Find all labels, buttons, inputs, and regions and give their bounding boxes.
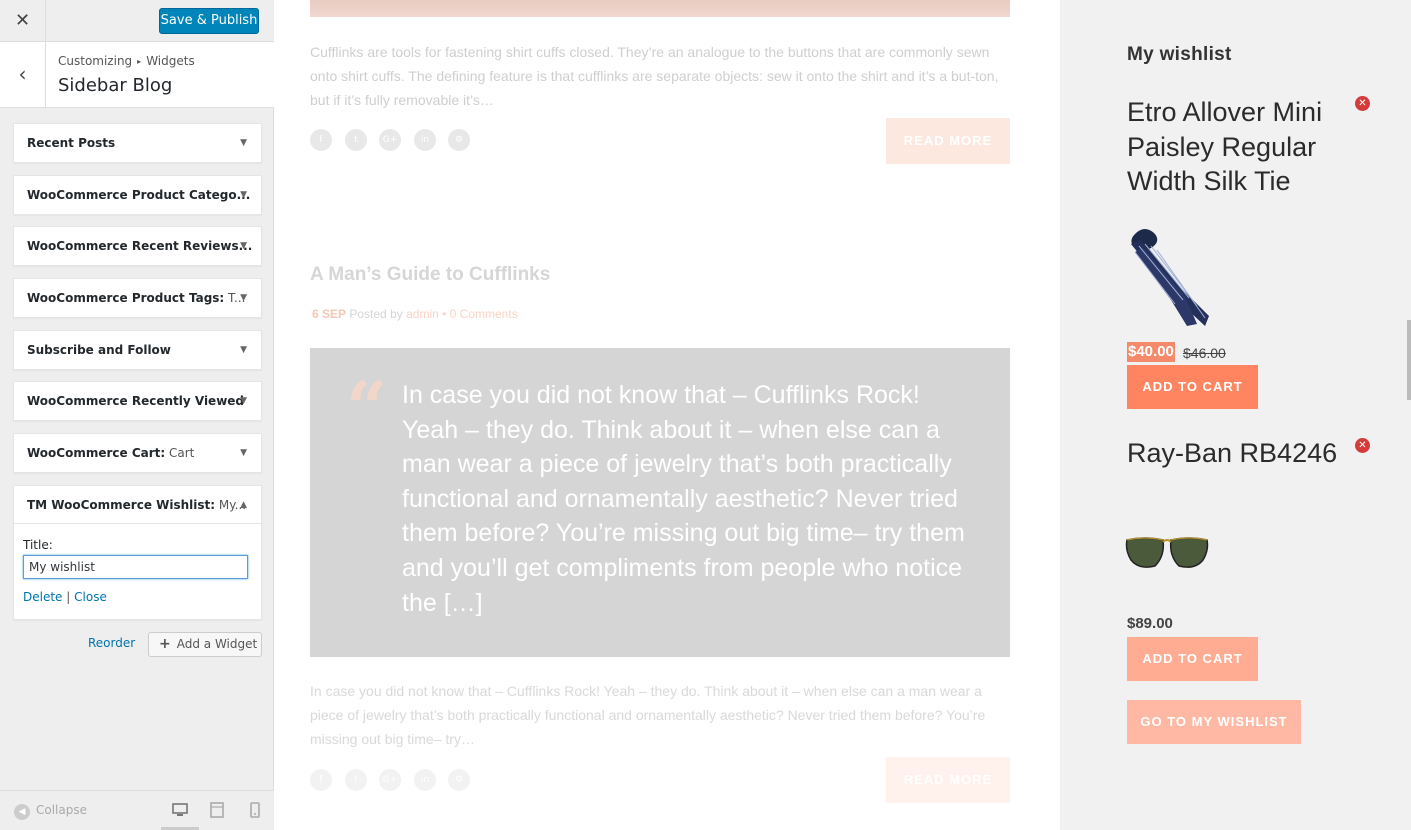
caret-down-icon[interactable]: ▼ xyxy=(240,434,247,472)
sale-price: $40.00 xyxy=(1127,342,1175,362)
posted-by-label: Posted by xyxy=(349,307,403,321)
regular-price: $46.00 xyxy=(1183,345,1226,361)
product-name[interactable]: Etro Allover Mini Paisley Regular Width … xyxy=(1127,95,1347,199)
plus-icon: + xyxy=(159,636,171,652)
customizer-panel: ✕ Save & Publish ‹ Customizing ▸ Widgets S… xyxy=(0,0,274,830)
caret-up-icon[interactable]: ▲ xyxy=(240,486,247,524)
widget-title: Subscribe and Follow xyxy=(27,343,171,357)
close-icon[interactable]: ✕ xyxy=(0,0,46,41)
remove-icon[interactable]: ✕ xyxy=(1355,96,1370,111)
widget-title: WooCommerce Cart: Cart xyxy=(27,446,195,460)
tablet-icon[interactable] xyxy=(208,801,226,819)
reorder-link[interactable]: Reorder xyxy=(88,636,135,650)
collapse-button[interactable]: ◀ Collapse xyxy=(14,803,87,820)
widget-recent-posts[interactable]: Recent Posts ▼ xyxy=(13,123,262,163)
go-to-wishlist-button[interactable]: GO TO MY WISHLIST xyxy=(1127,700,1301,744)
add-widget-label: Add a Widget xyxy=(176,637,258,651)
remove-icon[interactable]: ✕ xyxy=(1355,438,1370,453)
widget-wishlist: TM WooCommerce Wishlist: My... ▲ Title: … xyxy=(13,485,262,620)
breadcrumb: Customizing ▸ Widgets xyxy=(58,54,195,68)
post-image xyxy=(310,0,1010,17)
mobile-icon[interactable] xyxy=(246,801,264,819)
post-excerpt: In case you did not know that – Cufflink… xyxy=(310,683,986,747)
product-price: $89.00 xyxy=(1127,615,1173,632)
breadcrumb-separator-icon: ▸ xyxy=(137,57,142,66)
product-name[interactable]: Ray-Ban RB4246 xyxy=(1127,436,1347,471)
add-widget-button[interactable]: + Add a Widget xyxy=(148,632,262,657)
sunglasses-image[interactable] xyxy=(1125,532,1210,572)
google-plus-icon[interactable]: G+ xyxy=(379,769,401,791)
customizer-footer: ◀ Collapse xyxy=(0,790,274,830)
collapse-icon: ◀ xyxy=(14,804,30,820)
post-excerpt: Cufflinks are tools for fastening shirt … xyxy=(310,44,999,108)
scrollbar[interactable] xyxy=(1407,320,1411,400)
widget-cart[interactable]: WooCommerce Cart: Cart ▼ xyxy=(13,433,262,473)
widget-actions: Delete | Close xyxy=(23,590,107,604)
facebook-icon[interactable]: f xyxy=(310,129,332,151)
widget-title: WooCommerce Recent Reviews... xyxy=(27,239,253,253)
caret-down-icon[interactable]: ▼ xyxy=(240,331,247,369)
quote-icon: “ xyxy=(346,365,388,450)
chevron-left-icon[interactable]: ‹ xyxy=(0,42,46,107)
linkedin-icon[interactable]: in xyxy=(414,129,436,151)
post-meta: 6 SEP Posted by admin • 0 Comments xyxy=(312,307,518,321)
author-link[interactable]: admin xyxy=(406,307,439,321)
wishlist-sidebar: My wishlist Etro Allover Mini Paisley Re… xyxy=(1060,0,1411,830)
wishlist-title: My wishlist xyxy=(1127,44,1232,65)
share-icon[interactable]: ⚙ xyxy=(448,769,470,791)
link-separator: | xyxy=(66,590,71,604)
post-title[interactable]: A Man’s Guide to Cufflinks xyxy=(310,264,550,286)
widget-product-tags[interactable]: WooCommerce Product Tags: T... ▼ xyxy=(13,278,262,318)
read-more-button[interactable]: READ MORE xyxy=(886,757,1010,803)
tie-image[interactable] xyxy=(1125,226,1210,328)
widget-title: TM WooCommerce Wishlist: My... xyxy=(27,498,247,512)
breadcrumb-item: Widgets xyxy=(146,54,195,68)
caret-down-icon[interactable]: ▼ xyxy=(240,227,247,265)
add-to-cart-button[interactable]: ADD TO CART xyxy=(1127,365,1258,409)
twitter-icon[interactable]: t xyxy=(345,129,367,151)
breadcrumb-item: Customizing xyxy=(58,54,133,68)
meta-dot: • xyxy=(442,307,447,321)
section-header: ‹ Customizing ▸ Widgets Sidebar Blog xyxy=(0,42,274,108)
widget-subscribe-follow[interactable]: Subscribe and Follow ▼ xyxy=(13,330,262,370)
widget-product-categories[interactable]: WooCommerce Product Catego... ▼ xyxy=(13,175,262,215)
comments-link[interactable]: 0 Comments xyxy=(450,307,518,321)
facebook-icon[interactable]: f xyxy=(310,769,332,791)
widget-title: WooCommerce Product Tags: T... xyxy=(27,291,246,305)
page-title: Sidebar Blog xyxy=(58,75,173,96)
widget-recent-reviews[interactable]: WooCommerce Recent Reviews... ▼ xyxy=(13,226,262,266)
caret-down-icon[interactable]: ▼ xyxy=(240,176,247,214)
add-to-cart-button[interactable]: ADD TO CART xyxy=(1127,637,1258,681)
title-label: Title: xyxy=(23,538,53,552)
delete-link[interactable]: Delete xyxy=(23,590,62,604)
title-input[interactable] xyxy=(23,555,248,579)
site-preview: Cufflinks are tools for fastening shirt … xyxy=(274,0,1060,830)
quote-text: In case you did not know that – Cufflink… xyxy=(402,381,965,617)
post-quote: “ In case you did not know that – Cuffli… xyxy=(310,348,1010,657)
caret-down-icon[interactable]: ▼ xyxy=(240,124,247,162)
customizer-header: ✕ Save & Publish xyxy=(0,0,274,42)
google-plus-icon[interactable]: G+ xyxy=(379,129,401,151)
widget-header[interactable]: TM WooCommerce Wishlist: My... ▲ xyxy=(14,486,261,524)
share-icon[interactable]: ⚙ xyxy=(448,129,470,151)
caret-down-icon[interactable]: ▼ xyxy=(240,382,247,420)
widget-title: WooCommerce Product Catego... xyxy=(27,188,251,202)
widget-recently-viewed[interactable]: WooCommerce Recently Viewed ▼ xyxy=(13,381,262,421)
read-more-button[interactable]: READ MORE xyxy=(886,118,1010,164)
widget-title: WooCommerce Recently Viewed xyxy=(27,394,245,408)
linkedin-icon[interactable]: in xyxy=(414,769,436,791)
save-publish-button[interactable]: Save & Publish xyxy=(159,8,259,34)
widget-title: Recent Posts xyxy=(27,136,116,150)
collapse-label: Collapse xyxy=(36,803,87,817)
post-date: 6 SEP xyxy=(312,307,347,321)
desktop-icon[interactable] xyxy=(171,801,189,819)
close-link[interactable]: Close xyxy=(74,590,107,604)
customizer-screen: ✕ Save & Publish ‹ Customizing ▸ Widgets S… xyxy=(0,0,1411,830)
twitter-icon[interactable]: t xyxy=(345,769,367,791)
caret-down-icon[interactable]: ▼ xyxy=(240,279,247,317)
